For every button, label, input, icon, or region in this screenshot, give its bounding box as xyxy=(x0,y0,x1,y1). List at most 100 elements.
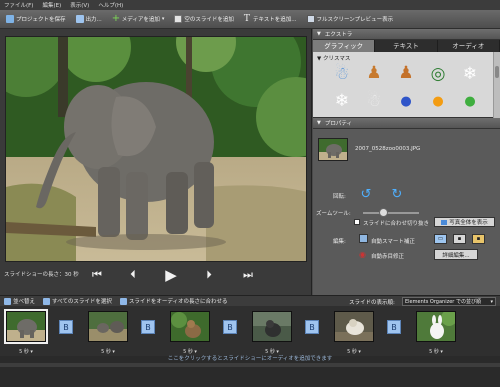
snowman-icon[interactable]: ☃ xyxy=(363,90,385,112)
slide-thumbnail-3[interactable] xyxy=(170,311,210,342)
slide-duration-3[interactable]: 5 秒 ▾ xyxy=(170,348,210,355)
text-icon: T xyxy=(243,14,250,24)
previous-slide-button[interactable]: ⏴ xyxy=(125,267,141,283)
rotate-right-button[interactable]: ↻ xyxy=(390,187,404,202)
slide-thumbnail-1[interactable] xyxy=(4,309,48,344)
transition-1[interactable]: B xyxy=(59,320,73,334)
auto-smart-fix-label[interactable]: 自動スマート補正 xyxy=(371,237,415,245)
save-project-label: プロジェクトを保存 xyxy=(16,17,66,23)
fit-photo-icon xyxy=(441,219,448,225)
snowflake-icon[interactable]: ❄ xyxy=(331,90,353,112)
slide-preview-image[interactable] xyxy=(5,36,307,262)
transition-4[interactable]: B xyxy=(305,320,319,334)
slide-thumbnail-2[interactable] xyxy=(88,311,128,342)
next-icon: ⏵ xyxy=(206,268,212,281)
zoom-slider-track[interactable] xyxy=(363,212,419,214)
zoom-tool-label: ズームツール: xyxy=(316,211,351,217)
properties-panel: 2007_0528zoo0003.JPG 回転: ↺ ↻ ズームツール: スライ… xyxy=(313,129,500,296)
toolbar: プロジェクトを保存 出力... + メディアを追加 ▾ 空のスライドを追加 T … xyxy=(0,10,500,29)
slide-duration-5[interactable]: 5 秒 ▾ xyxy=(334,348,374,355)
properties-title: プロパティ xyxy=(324,121,353,127)
view-mode-button-2[interactable]: ▪ xyxy=(453,234,466,244)
auto-red-eye-label[interactable]: 自動赤目修正 xyxy=(371,252,404,260)
ornament-green-icon[interactable]: ● xyxy=(459,90,481,112)
audio-track-area[interactable]: ここをクリックするとスライドショーにオーディオを追加できます xyxy=(0,356,500,387)
ornament-orange-icon[interactable]: ● xyxy=(427,90,449,112)
next-slide-button[interactable]: ⏵ xyxy=(201,267,217,283)
collapse-triangle-icon: ▼ xyxy=(317,31,321,37)
skip-to-start-button[interactable]: ⏮ xyxy=(89,267,105,283)
wreath-icon[interactable]: ◎ xyxy=(427,63,449,85)
tab-graphics[interactable]: グラフィック xyxy=(313,40,376,52)
ornament-blue-icon[interactable]: ● xyxy=(395,90,417,112)
fit-to-audio-button[interactable]: スライドをオーディオの長さに合わせる xyxy=(119,297,228,305)
tab-audio[interactable]: オーディオ xyxy=(438,40,500,52)
fit-slide-label: スライドに合わせ切り抜き xyxy=(363,221,430,227)
snowman-icon[interactable]: ☃ xyxy=(331,63,353,85)
save-project-button[interactable]: プロジェクトを保存 xyxy=(6,15,66,23)
add-blank-slide-label: 空のスライドを追加 xyxy=(184,17,234,23)
audio-track[interactable] xyxy=(0,363,500,367)
extras-title: エクストラ xyxy=(324,32,353,38)
scrollbar-thumb[interactable] xyxy=(495,66,499,78)
slide-thumbnail-6[interactable] xyxy=(416,311,456,342)
zoom-slider-handle[interactable] xyxy=(379,208,388,217)
display-order-label: スライドの表示順: xyxy=(349,300,395,306)
slide-duration-6[interactable]: 5 秒 ▾ xyxy=(416,348,456,355)
play-button[interactable]: ▶ xyxy=(163,266,179,284)
reorder-button[interactable]: 並べ替え xyxy=(4,297,35,305)
fit-slide-checkbox[interactable] xyxy=(354,219,360,225)
red-eye-icon[interactable]: ◉ xyxy=(359,250,370,259)
add-audio-hint[interactable]: ここをクリックするとスライドショーにオーディオを追加できます xyxy=(0,356,500,363)
slide-duration-4[interactable]: 5 秒 ▾ xyxy=(252,348,292,355)
output-icon xyxy=(75,15,84,23)
add-blank-slide-button[interactable]: 空のスライドを追加 xyxy=(174,15,234,23)
slide-duration-2[interactable]: 5 秒 ▾ xyxy=(88,348,128,355)
snowflake-icon[interactable]: ❄ xyxy=(459,63,481,85)
auto-fix-icon[interactable] xyxy=(359,234,368,243)
slide-3-image xyxy=(171,312,209,341)
fullscreen-preview-button[interactable]: フルスクリーンプレビュー表示 xyxy=(306,15,393,23)
menu-help[interactable]: ヘルプ(H) xyxy=(98,1,123,9)
reorder-icon xyxy=(4,297,11,305)
previous-icon: ⏴ xyxy=(130,268,136,281)
properties-header[interactable]: ▼ プロパティ xyxy=(313,118,500,129)
menu-view[interactable]: 表示(V) xyxy=(70,1,89,9)
select-all-slides-button[interactable]: すべてのスライドを選択 xyxy=(43,297,112,305)
chevron-down-icon: ▾ xyxy=(161,16,165,22)
slide-1-image xyxy=(7,312,45,341)
graphics-scrollbar[interactable] xyxy=(493,52,500,118)
transition-2[interactable]: B xyxy=(141,320,155,334)
select-all-label: すべてのスライドを選択 xyxy=(52,299,112,305)
slide-duration-1[interactable]: 5 秒 ▾ xyxy=(6,348,46,355)
right-panel: ▼ エクストラ グラフィック テキスト オーディオ ▼ クリスマス ☃ ♟ ♟ … xyxy=(313,29,500,296)
view-mode-button-1[interactable]: ▭ xyxy=(434,234,447,244)
gingerbread-icon[interactable]: ♟ xyxy=(395,62,417,84)
menu-edit[interactable]: 編集(E) xyxy=(42,1,61,9)
extras-header[interactable]: ▼ エクストラ xyxy=(313,29,500,40)
skip-to-end-button[interactable]: ⏭ xyxy=(240,267,256,283)
rotate-label: 回転: xyxy=(333,194,346,200)
menu-file[interactable]: ファイル(F) xyxy=(4,1,33,9)
add-media-label: メディアを追加 xyxy=(121,17,160,23)
tab-text[interactable]: テキスト xyxy=(375,40,438,52)
graphics-library: ▼ クリスマス ☃ ♟ ♟ ◎ ❄ ❄ ☃ ● ● ● xyxy=(313,52,500,118)
transition-3[interactable]: B xyxy=(223,320,237,334)
edit-label: 編集: xyxy=(333,239,346,245)
slide-thumbnail-5[interactable] xyxy=(334,311,374,342)
display-order-select[interactable]: Elements Organizer での並び順 ▾ xyxy=(402,297,496,306)
blank-slide-icon xyxy=(174,15,183,23)
slide-thumbnail-4[interactable] xyxy=(252,311,292,342)
gingerbread-icon[interactable]: ♟ xyxy=(363,62,385,84)
output-button[interactable]: 出力... xyxy=(75,15,102,23)
select-all-icon xyxy=(43,297,51,305)
view-mode-button-3[interactable]: ▪ xyxy=(472,234,485,244)
add-media-button[interactable]: + メディアを追加 ▾ xyxy=(112,14,165,24)
show-whole-photo-button[interactable]: 写真全体を表示 xyxy=(434,217,495,227)
rotate-left-button[interactable]: ↺ xyxy=(359,187,373,202)
advanced-edit-button[interactable]: 詳細編集... xyxy=(434,249,478,260)
category-christmas[interactable]: ▼ クリスマス xyxy=(317,54,350,62)
transition-5[interactable]: B xyxy=(387,320,401,334)
add-text-button[interactable]: T テキストを追加... xyxy=(244,14,297,24)
selected-photo-thumbnail xyxy=(318,138,348,161)
